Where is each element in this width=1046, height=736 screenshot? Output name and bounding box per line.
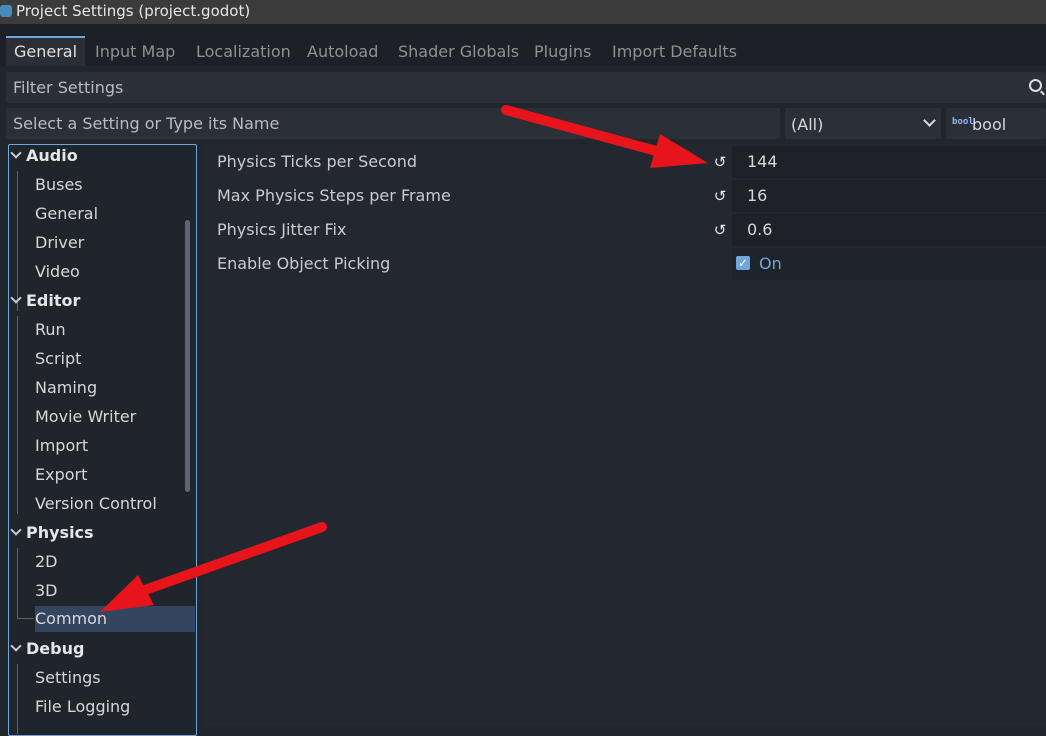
property-row: Physics Jitter Fix ↺ 0.6 bbox=[204, 213, 1046, 247]
property-label: Enable Object Picking bbox=[217, 254, 391, 273]
setting-name-placeholder: Select a Setting or Type its Name bbox=[13, 114, 280, 133]
tree-item-buses[interactable]: Buses bbox=[35, 172, 83, 198]
checkbox-label[interactable]: On bbox=[759, 254, 782, 273]
property-label: Physics Ticks per Second bbox=[217, 152, 418, 171]
filter-settings-input[interactable]: Filter Settings bbox=[6, 72, 1046, 103]
window-title: Project Settings (project.godot) bbox=[16, 2, 251, 20]
tree-item-2d[interactable]: 2D bbox=[35, 549, 58, 575]
tree-item-import[interactable]: Import bbox=[35, 433, 88, 459]
tab-general[interactable]: General bbox=[6, 36, 86, 66]
chevron-down-icon bbox=[10, 640, 22, 652]
tree-section-label: Editor bbox=[26, 291, 81, 310]
revert-icon[interactable]: ↺ bbox=[711, 153, 729, 171]
property-value: 144 bbox=[747, 152, 778, 171]
revert-icon[interactable]: ↺ bbox=[711, 221, 729, 239]
tree-item-file-logging[interactable]: File Logging bbox=[35, 694, 130, 720]
title-bar: Project Settings (project.godot) bbox=[0, 0, 1046, 24]
tree-item-movie-writer[interactable]: Movie Writer bbox=[35, 404, 136, 430]
type-selector-value: bool bbox=[972, 115, 1007, 134]
tree-section-audio[interactable]: Audio bbox=[9, 143, 78, 169]
tree-section-debug[interactable]: Debug bbox=[9, 636, 84, 662]
tab-localization[interactable]: Localization bbox=[188, 38, 299, 66]
tree-section-label: Audio bbox=[26, 146, 78, 165]
tree-section-editor[interactable]: Editor bbox=[9, 288, 80, 314]
type-selector[interactable]: bool bool bbox=[946, 108, 1046, 139]
property-row: Max Physics Steps per Frame ↺ 16 bbox=[204, 179, 1046, 213]
property-value-field[interactable]: 0.6 bbox=[732, 214, 1046, 246]
checkbox[interactable]: ✓ bbox=[736, 256, 750, 270]
property-label: Physics Jitter Fix bbox=[217, 220, 347, 239]
chevron-down-icon bbox=[10, 524, 22, 536]
godot-logo-icon bbox=[0, 5, 12, 17]
tree-item-settings[interactable]: Settings bbox=[35, 665, 101, 691]
chevron-down-icon bbox=[10, 292, 22, 304]
property-value: 0.6 bbox=[747, 220, 773, 239]
tab-shader-globals[interactable]: Shader Globals bbox=[390, 38, 527, 66]
tree-item-naming[interactable]: Naming bbox=[35, 375, 97, 401]
search-icon bbox=[1029, 79, 1042, 92]
property-value: 16 bbox=[747, 186, 768, 205]
tree-item-general[interactable]: General bbox=[35, 201, 98, 227]
tree-item-video[interactable]: Video bbox=[35, 259, 80, 285]
chevron-down-icon bbox=[10, 147, 22, 159]
property-label: Max Physics Steps per Frame bbox=[217, 186, 451, 205]
bool-type-icon: bool bbox=[952, 117, 974, 127]
tab-input-map[interactable]: Input Map bbox=[87, 38, 183, 66]
tree-scrollbar[interactable] bbox=[185, 220, 190, 492]
chevron-down-icon bbox=[923, 114, 936, 127]
property-row: Physics Ticks per Second ↺ 144 bbox=[204, 145, 1046, 179]
tree-section-label: Debug bbox=[26, 639, 85, 658]
type-filter-dropdown[interactable]: (All) bbox=[785, 108, 941, 139]
tab-bar: General Input Map Localization Autoload … bbox=[0, 24, 1046, 66]
revert-icon[interactable]: ↺ bbox=[711, 187, 729, 205]
property-value-field[interactable]: 144 bbox=[732, 146, 1046, 178]
tree-section-label: Physics bbox=[26, 523, 94, 542]
property-row: Enable Object Picking ✓ On bbox=[204, 247, 1046, 281]
property-inspector: Physics Ticks per Second ↺ 144 Max Physi… bbox=[204, 144, 1046, 726]
tree-item-script[interactable]: Script bbox=[35, 346, 81, 372]
type-filter-value: (All) bbox=[791, 115, 824, 134]
tab-autoload[interactable]: Autoload bbox=[299, 38, 386, 66]
tree-item-driver[interactable]: Driver bbox=[35, 230, 84, 256]
filter-placeholder: Filter Settings bbox=[13, 78, 124, 97]
property-value-field[interactable]: 16 bbox=[732, 180, 1046, 212]
tab-plugins[interactable]: Plugins bbox=[526, 38, 599, 66]
tree-item-common[interactable]: Common bbox=[35, 606, 195, 632]
tab-import-defaults[interactable]: Import Defaults bbox=[604, 38, 745, 66]
settings-tree[interactable]: Audio Buses General Driver Video Editor … bbox=[8, 144, 197, 736]
tree-item-export[interactable]: Export bbox=[35, 462, 87, 488]
tree-item-version-control[interactable]: Version Control bbox=[35, 491, 157, 517]
tree-item-run[interactable]: Run bbox=[35, 317, 66, 343]
tree-section-physics[interactable]: Physics bbox=[9, 520, 94, 546]
tree-item-3d[interactable]: 3D bbox=[35, 578, 58, 604]
setting-name-input[interactable]: Select a Setting or Type its Name bbox=[6, 108, 780, 139]
